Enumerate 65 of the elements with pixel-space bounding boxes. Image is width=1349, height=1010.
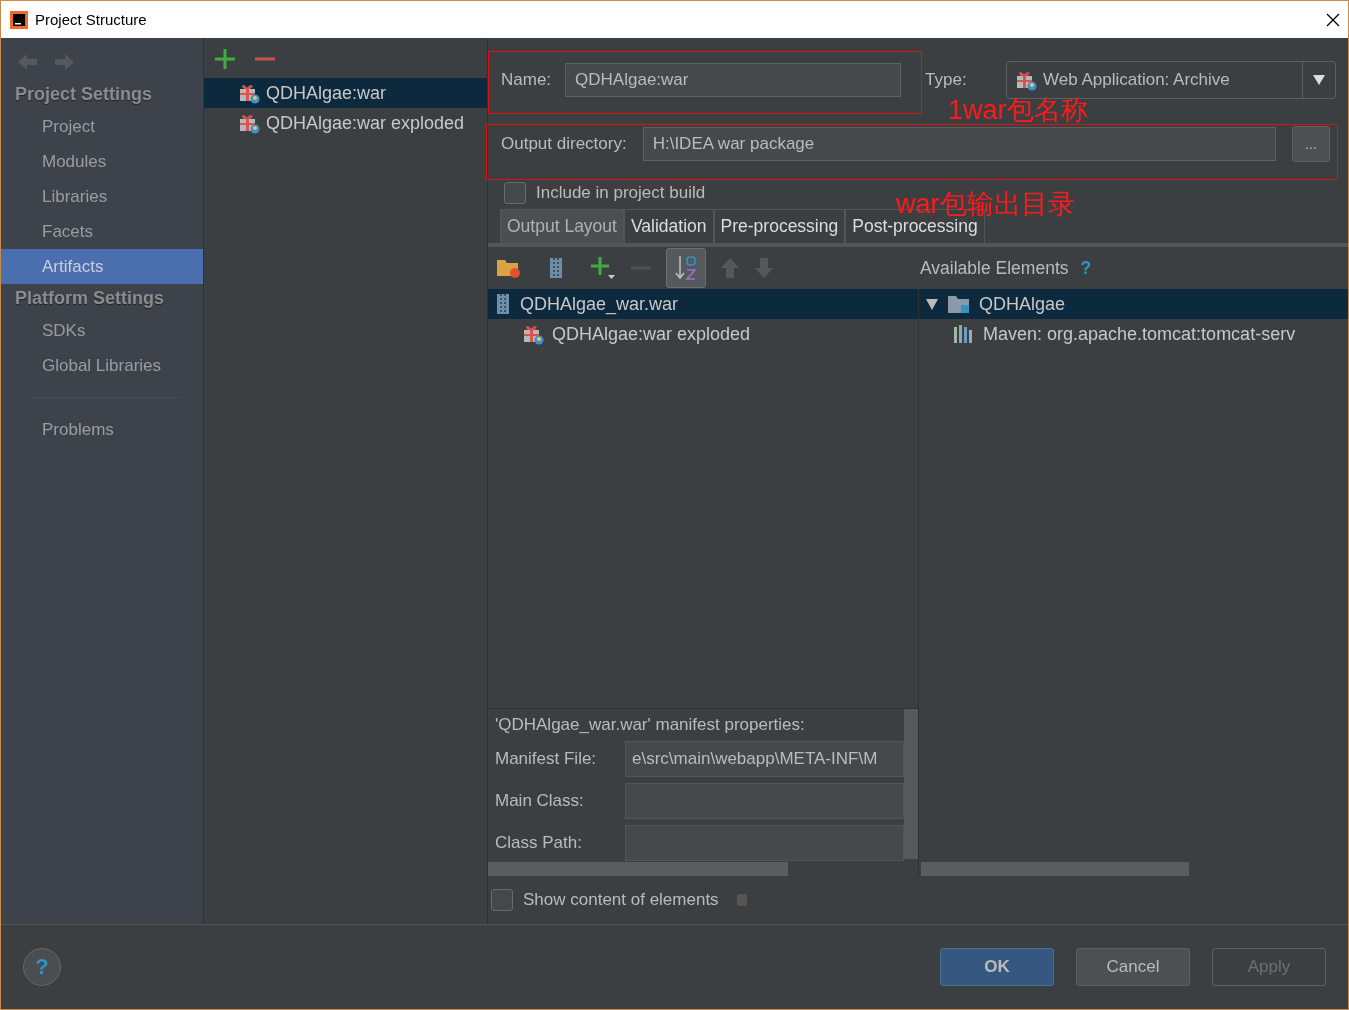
sidebar-item[interactable]: Facets: [1, 214, 203, 249]
forward-arrow-icon[interactable]: [53, 52, 75, 72]
tab[interactable]: Output Layout: [500, 209, 624, 243]
scrollbar-thumb[interactable]: [488, 862, 788, 876]
caret-icon: [1313, 75, 1325, 85]
move-down-icon[interactable]: [754, 257, 774, 279]
gift-icon: [1015, 69, 1037, 91]
sidebar-item[interactable]: Project: [1, 109, 203, 144]
sidebar-item[interactable]: SDKs: [1, 313, 203, 348]
tab[interactable]: Pre-processing: [713, 209, 846, 243]
move-up-icon[interactable]: [720, 257, 740, 279]
archive-icon: [494, 293, 512, 315]
sort-button[interactable]: [666, 248, 706, 288]
archive-icon: [547, 257, 565, 279]
checkbox[interactable]: [504, 182, 526, 204]
tree-item[interactable]: QDHAlgae:war exploded: [552, 323, 751, 345]
library-icon: [953, 324, 975, 344]
help-link[interactable]: ?: [1080, 257, 1092, 279]
app-icon: [9, 9, 29, 30]
checkbox-label: Include in project build: [536, 183, 706, 203]
window-title: Project Structure: [35, 11, 147, 28]
dialog-button[interactable]: OK: [940, 948, 1054, 986]
help-button[interactable]: ?: [23, 948, 61, 986]
input-field[interactable]: [625, 783, 904, 819]
dialog-button[interactable]: Cancel: [1076, 948, 1190, 986]
input-field[interactable]: [625, 825, 904, 861]
field-label: Main Class:: [495, 791, 585, 811]
gift-icon: [522, 323, 544, 345]
module-folder-icon: [947, 294, 971, 314]
add-icon[interactable]: [214, 48, 236, 70]
artifact-item[interactable]: QDHAlgae:war exploded: [266, 112, 465, 134]
output-directory-field[interactable]: H:\IDEA war package: [642, 127, 1276, 161]
field-label: Class Path:: [495, 833, 583, 853]
field-label: Type:: [925, 70, 967, 90]
back-arrow-icon[interactable]: [17, 52, 39, 72]
sidebar-item[interactable]: Libraries: [1, 179, 203, 214]
sidebar-item[interactable]: Artifacts: [1, 249, 203, 284]
scrollbar-thumb[interactable]: [921, 862, 1189, 876]
add-dropdown-icon[interactable]: [590, 255, 616, 281]
tree-item[interactable]: Maven: org.apache.tomcat:tomcat-serv: [983, 323, 1296, 345]
panel-title: Available Elements: [920, 257, 1069, 279]
expand-triangle-icon[interactable]: [925, 297, 939, 311]
name-field[interactable]: QDHAlgae:war: [565, 63, 902, 97]
field-label: Name:: [501, 70, 552, 90]
scrollbar-thumb[interactable]: [904, 709, 918, 859]
browse-button[interactable]: ...: [1292, 126, 1330, 162]
sort-az-icon: [674, 254, 698, 282]
remove-icon[interactable]: [254, 57, 276, 61]
gift-icon: [238, 112, 260, 134]
input-field[interactable]: e\src\main\webapp\META-INF\M: [625, 741, 904, 777]
sidebar-item[interactable]: Global Libraries: [1, 348, 203, 383]
section-heading: Platform Settings: [14, 287, 166, 310]
checkbox-label: Show content of elements: [523, 890, 719, 910]
new-folder-icon[interactable]: [496, 257, 522, 279]
gift-icon: [238, 82, 260, 104]
sidebar-item[interactable]: Modules: [1, 144, 203, 179]
tree-item[interactable]: QDHAlgae: [979, 293, 1066, 315]
section-heading: Project Settings: [14, 83, 154, 106]
checkbox[interactable]: [491, 889, 513, 911]
close-icon[interactable]: [1326, 12, 1340, 27]
section-title: 'QDHAlgae_war.war' manifest properties:: [495, 715, 806, 735]
tab[interactable]: Validation: [623, 209, 714, 243]
field-label: Manifest File:: [495, 749, 598, 769]
field-label: Output directory:: [501, 134, 627, 154]
sidebar-item[interactable]: Problems: [1, 412, 203, 447]
